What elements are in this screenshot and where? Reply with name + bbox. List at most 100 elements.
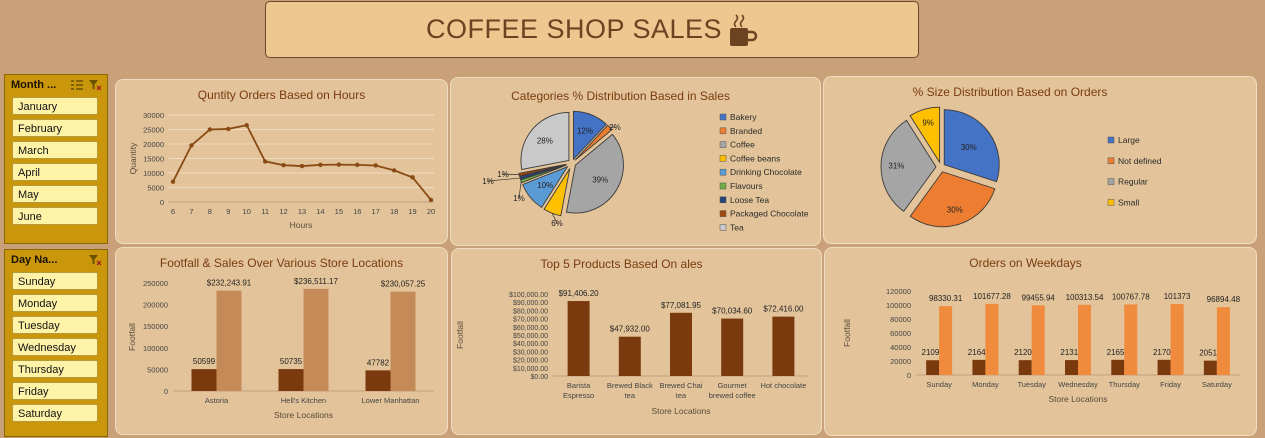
day-slicer: Day Na... Sunday Monday Tuesday Wednesday Th…	[4, 249, 108, 437]
data-point	[318, 162, 323, 168]
slice-label: 30%	[961, 143, 977, 152]
bar	[1124, 304, 1138, 375]
legend-swatch	[1107, 157, 1115, 165]
legend-swatch	[719, 196, 727, 204]
stores-bar-chart: 0 50000 100000 150000 200000 250000 50599 $232,…	[127, 277, 434, 420]
y-tick-label: $40,000.00	[513, 341, 548, 348]
slicer-item-march[interactable]: March	[12, 141, 98, 159]
clear-filter-icon[interactable]	[89, 254, 101, 266]
sizes-panel: % Size Distribution Based on Orders 30% 3…	[823, 76, 1257, 244]
legend-entry: Coffee beans	[730, 153, 780, 163]
legend-swatch	[1107, 178, 1115, 185]
dashboard-title: COFFEE SHOP SALES	[425, 14, 723, 44]
data-label: 100767.78	[1112, 292, 1150, 301]
hours-line-chart: 0 5000 10000 15000 20000 25000 30000 6 7 8 9 10 11 12…	[128, 111, 435, 230]
legend-swatch	[719, 141, 727, 148]
x-tick-label: Lower Manhattan	[362, 396, 420, 405]
slicer-item-june[interactable]: June	[12, 207, 98, 225]
y-tick-label: 0	[164, 387, 168, 396]
y-tick-label: $30,000.00	[513, 349, 548, 356]
orders-line	[172, 124, 432, 201]
x-tick-label: 17	[372, 207, 380, 216]
y-tick-label: $10,000.00	[513, 366, 548, 373]
bar	[567, 301, 590, 376]
legend-entry: Loose Tea	[730, 195, 769, 205]
x-tick-label: 6	[171, 207, 175, 216]
clear-filter-icon[interactable]	[89, 79, 101, 91]
bar	[721, 318, 744, 376]
data-point	[281, 162, 286, 168]
data-point	[355, 162, 360, 168]
y-tick-label: 25000	[143, 126, 164, 135]
x-tick-label: 20	[427, 207, 435, 216]
day-slicer-title: Day Na...	[11, 254, 58, 266]
y-tick-label: 15000	[143, 155, 164, 164]
y-tick-label: $50,000.00	[513, 333, 548, 340]
x-tick-label: Espresso	[563, 391, 594, 400]
slicer-item-sunday[interactable]: Sunday	[12, 272, 98, 290]
slicer-item-tuesday[interactable]: Tuesday	[12, 316, 98, 334]
multi-select-icon[interactable]	[71, 79, 83, 91]
x-tick-label: 13	[298, 207, 306, 216]
data-label: 47782	[367, 358, 390, 367]
data-point	[170, 179, 176, 184]
legend-entry: Small	[1118, 197, 1139, 207]
slicer-item-april[interactable]: April	[12, 163, 98, 181]
data-label: $77,081.95	[661, 301, 702, 310]
bar	[1111, 359, 1125, 375]
slicer-item-monday[interactable]: Monday	[12, 294, 98, 312]
hours-panel: Quntity Orders Based on Hours 0 5000 10000…	[115, 79, 448, 244]
x-axis-title: Hours	[290, 220, 313, 230]
data-label: 100313.54	[1066, 293, 1104, 302]
x-axis-title: Store Locations	[274, 410, 333, 420]
y-tick-label: $80,000.00	[513, 308, 548, 315]
bar	[278, 369, 304, 391]
slice-label: 39%	[592, 176, 608, 185]
x-tick-label: Monday	[972, 380, 999, 389]
bar	[1170, 304, 1184, 375]
legend-swatch	[719, 127, 727, 135]
legend-swatch	[719, 210, 727, 217]
y-tick-label: 60000	[890, 329, 911, 338]
bar	[1031, 305, 1045, 375]
bar	[1018, 360, 1032, 375]
legend-swatch	[719, 182, 727, 190]
legend-entry: Packaged Chocolate	[730, 209, 809, 219]
x-tick-label: Barista	[567, 381, 591, 390]
slicer-item-may[interactable]: May	[12, 185, 98, 203]
y-tick-label: 100000	[143, 344, 168, 353]
x-tick-label: Friday	[1160, 380, 1181, 389]
y-tick-label: 200000	[143, 301, 168, 310]
x-tick-label: 11	[261, 207, 269, 216]
bar	[303, 288, 329, 391]
data-point	[226, 126, 231, 132]
x-tick-label: tea	[625, 391, 636, 400]
bar	[939, 306, 953, 375]
products-panel: Top 5 Products Based On ales $0.00 $10,00…	[451, 248, 822, 435]
data-label: 96894.48	[1207, 295, 1241, 304]
x-tick-label: 9	[226, 207, 230, 216]
y-tick-label: 10000	[143, 169, 164, 178]
stores-panel: Footfall & Sales Over Various Store Loca…	[115, 247, 448, 435]
weekdays-bar-chart: 0200004000060000800001000001200002109698…	[842, 287, 1241, 404]
x-tick-label: tea	[676, 391, 687, 400]
data-label: $91,406.20	[559, 289, 600, 298]
bar	[1203, 360, 1217, 375]
y-tick-label: $90,000.00	[513, 300, 548, 307]
y-tick-label: 150000	[143, 322, 168, 331]
slicer-item-february[interactable]: February	[12, 119, 98, 137]
data-label: $72,416.00	[763, 305, 804, 314]
slicer-item-january[interactable]: January	[12, 97, 98, 115]
slicer-item-wednesday[interactable]: Wednesday	[12, 338, 98, 356]
legend-swatch	[719, 113, 727, 121]
slice-label: 10%	[537, 181, 553, 190]
slicer-item-friday[interactable]: Friday	[12, 382, 98, 400]
data-point	[410, 175, 415, 180]
bar	[985, 303, 999, 375]
y-tick-label: $0.00	[530, 374, 548, 381]
coffee-cup-icon	[730, 13, 758, 46]
slicer-item-saturday[interactable]: Saturday	[12, 404, 98, 422]
y-tick-label: 0	[160, 198, 164, 207]
slicer-item-thursday[interactable]: Thursday	[12, 360, 98, 378]
data-label: $236,511.17	[294, 277, 338, 286]
